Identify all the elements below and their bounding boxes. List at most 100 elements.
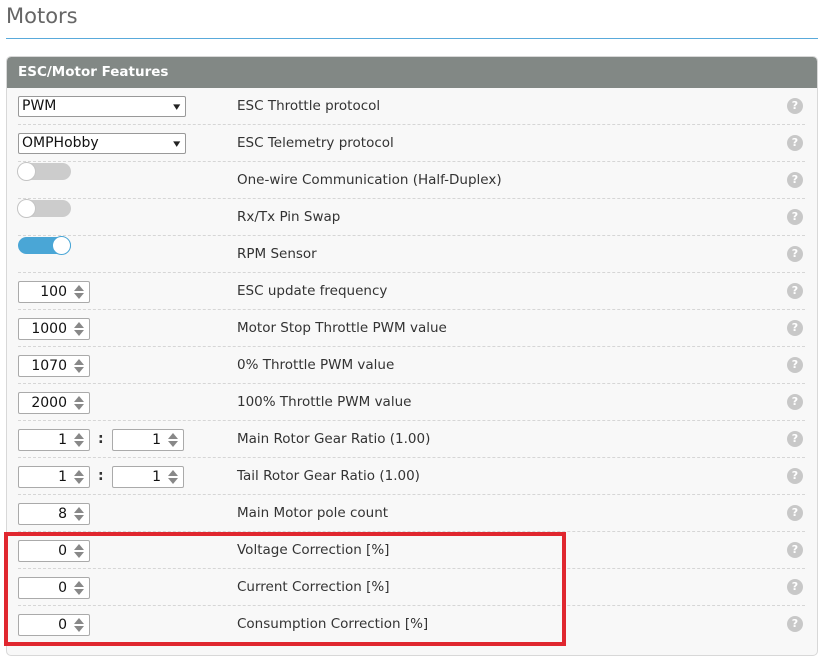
number-value: 0 [58, 617, 67, 633]
help-icon[interactable]: ? [787, 542, 803, 558]
toggle-knob [52, 236, 71, 255]
ratio-separator: : [98, 431, 104, 447]
spinner-arrows-icon[interactable] [74, 359, 85, 373]
consumption-correction-input[interactable]: 0 [18, 614, 90, 636]
spinner-arrows-icon[interactable] [74, 322, 85, 336]
number-value: 1 [152, 469, 161, 485]
help-icon[interactable]: ? [787, 468, 803, 484]
number-value: 0 [58, 580, 67, 596]
spinner-arrows-icon[interactable] [74, 544, 85, 558]
number-value: 1 [58, 469, 67, 485]
help-icon[interactable]: ? [787, 579, 803, 595]
esc-throttle-protocol-select[interactable]: PWM ▾ [18, 96, 186, 117]
help-icon[interactable]: ? [787, 98, 803, 114]
setting-label: Motor Stop Throttle PWM value [237, 320, 447, 336]
setting-label: ESC Throttle protocol [237, 98, 381, 114]
number-value: 1000 [31, 321, 67, 337]
one-wire-communication-half-duplex-toggle[interactable] [17, 162, 71, 181]
setting-label: Consumption Correction [%] [237, 616, 429, 632]
chevron-down-icon: ▾ [173, 100, 181, 113]
setting-row-main-motor-pole-count: 8 Main Motor pole count? [18, 495, 805, 532]
main-rotor-gear-ratio-1-00-left-input[interactable]: 1 [18, 429, 90, 451]
esc-telemetry-protocol-select[interactable]: OMPHobby ▾ [18, 133, 186, 154]
help-icon[interactable]: ? [787, 283, 803, 299]
setting-row-motor-stop-throttle-pwm-value: 1000 Motor Stop Throttle PWM value? [18, 310, 805, 347]
tail-rotor-gear-ratio-1-00-left-input[interactable]: 1 [18, 466, 90, 488]
setting-label: Rx/Tx Pin Swap [237, 209, 341, 225]
chevron-down-icon: ▾ [173, 137, 181, 150]
toggle-knob [17, 199, 36, 218]
tail-rotor-gear-ratio-1-00-right-input[interactable]: 1 [112, 466, 184, 488]
setting-row-current-correction: 0 Current Correction [%]? [18, 569, 805, 606]
voltage-correction-input[interactable]: 0 [18, 540, 90, 562]
setting-row-voltage-correction: 0 Voltage Correction [%]? [18, 532, 805, 569]
rx-tx-pin-swap-toggle[interactable] [17, 199, 71, 218]
spinner-arrows-icon[interactable] [74, 396, 85, 410]
help-icon[interactable]: ? [787, 246, 803, 262]
setting-label: Tail Rotor Gear Ratio (1.00) [237, 468, 420, 484]
help-icon[interactable]: ? [787, 357, 803, 373]
0-throttle-pwm-value-input[interactable]: 1070 [18, 355, 90, 377]
setting-label: 0% Throttle PWM value [237, 357, 395, 373]
setting-row-rpm-sensor: RPM Sensor? [18, 236, 805, 273]
settings-list: PWM ▾ ESC Throttle protocol? OMPHobby ▾ ESC T… [7, 88, 817, 643]
setting-label: Main Rotor Gear Ratio (1.00) [237, 431, 431, 447]
main-motor-pole-count-input[interactable]: 8 [18, 503, 90, 525]
help-icon[interactable]: ? [787, 320, 803, 336]
spinner-arrows-icon[interactable] [74, 433, 85, 447]
help-icon[interactable]: ? [787, 135, 803, 151]
setting-row-one-wire-communication-half-duplex: One-wire Communication (Half-Duplex)? [17, 162, 805, 199]
setting-row-0-throttle-pwm-value: 1070 0% Throttle PWM value? [18, 347, 805, 384]
setting-row-tail-rotor-gear-ratio-1-00: 1: 1 Tail Rotor Gear Ratio (1.00)? [18, 458, 805, 495]
help-icon[interactable]: ? [787, 616, 803, 632]
setting-row-esc-update-frequency: 100 ESC update frequency? [18, 273, 805, 310]
esc-update-frequency-input[interactable]: 100 [18, 281, 90, 303]
setting-row-esc-throttle-protocol: PWM ▾ ESC Throttle protocol? [18, 88, 805, 125]
setting-row-main-rotor-gear-ratio-1-00: 1: 1 Main Rotor Gear Ratio (1.00)? [18, 421, 805, 458]
help-icon[interactable]: ? [787, 209, 803, 225]
number-value: 100 [40, 284, 67, 300]
rpm-sensor-toggle[interactable] [18, 236, 71, 255]
setting-label: ESC Telemetry protocol [237, 135, 394, 151]
setting-label: Main Motor pole count [237, 505, 389, 521]
number-value: 0 [58, 543, 67, 559]
select-value: OMPHobby [22, 135, 99, 151]
motor-stop-throttle-pwm-value-input[interactable]: 1000 [18, 318, 90, 340]
setting-label: Voltage Correction [%] [237, 542, 390, 558]
number-value: 2000 [31, 395, 67, 411]
setting-label: Current Correction [%] [237, 579, 390, 595]
setting-label: RPM Sensor [237, 246, 317, 262]
toggle-knob [17, 162, 36, 181]
number-value: 1 [58, 432, 67, 448]
main-rotor-gear-ratio-1-00-right-input[interactable]: 1 [112, 429, 184, 451]
number-value: 1 [152, 432, 161, 448]
100-throttle-pwm-value-input[interactable]: 2000 [18, 392, 90, 414]
spinner-arrows-icon[interactable] [74, 581, 85, 595]
help-icon[interactable]: ? [787, 394, 803, 410]
page-title: Motors [6, 4, 78, 28]
number-value: 8 [58, 506, 67, 522]
select-value: PWM [22, 98, 57, 114]
setting-row-esc-telemetry-protocol: OMPHobby ▾ ESC Telemetry protocol? [18, 125, 805, 162]
spinner-arrows-icon[interactable] [74, 507, 85, 521]
panel-header: ESC/Motor Features [7, 57, 817, 88]
number-value: 1070 [31, 358, 67, 374]
setting-row-100-throttle-pwm-value: 2000 100% Throttle PWM value? [18, 384, 805, 421]
help-icon[interactable]: ? [787, 172, 803, 188]
spinner-arrows-icon[interactable] [74, 618, 85, 632]
spinner-arrows-icon[interactable] [74, 285, 85, 299]
current-correction-input[interactable]: 0 [18, 577, 90, 599]
esc-motor-features-panel: ESC/Motor Features PWM ▾ ESC Throttle prot… [6, 56, 818, 656]
spinner-arrows-icon[interactable] [168, 470, 179, 484]
setting-row-rx-tx-pin-swap: Rx/Tx Pin Swap? [17, 199, 805, 236]
ratio-separator: : [98, 468, 104, 484]
setting-label: 100% Throttle PWM value [237, 394, 412, 410]
setting-label: ESC update frequency [237, 283, 388, 299]
spinner-arrows-icon[interactable] [168, 433, 179, 447]
help-icon[interactable]: ? [787, 505, 803, 521]
setting-row-consumption-correction: 0 Consumption Correction [%]? [18, 606, 805, 643]
help-icon[interactable]: ? [787, 431, 803, 447]
title-divider [6, 38, 818, 39]
spinner-arrows-icon[interactable] [74, 470, 85, 484]
setting-label: One-wire Communication (Half-Duplex) [237, 172, 502, 188]
